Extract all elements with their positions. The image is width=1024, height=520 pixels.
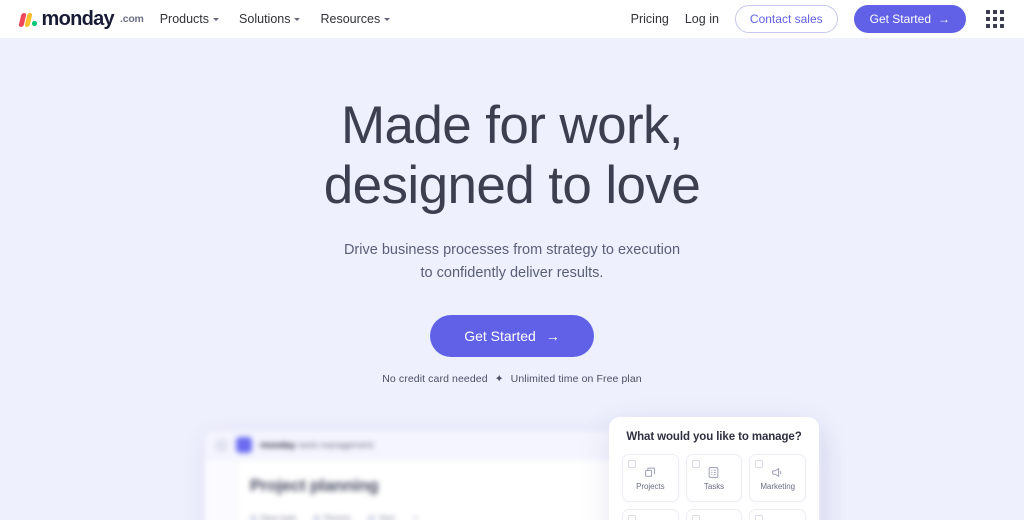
nav-link-pricing[interactable]: Pricing [631, 12, 669, 26]
nav-item-products-label: Products [159, 12, 210, 26]
option-label-tasks: Tasks [703, 482, 725, 491]
checkbox-design[interactable] [628, 515, 636, 520]
nav-item-resources[interactable]: Resources [320, 12, 391, 26]
hero-subheadline: Drive business processes from strategy t… [0, 239, 1024, 285]
chevron-down-icon [294, 18, 301, 21]
sparkle-icon: ✦ [494, 373, 504, 386]
monday-logo[interactable]: monday .com [18, 8, 144, 30]
arrow-right-icon: → [938, 12, 950, 26]
preview-sidebar [205, 460, 237, 520]
primary-navigation: Products Solutions Resources [160, 12, 391, 26]
arrow-right-icon: → [545, 328, 560, 345]
option-label-projects: Projects [636, 482, 665, 491]
hero-get-started-label: Get Started [464, 328, 536, 345]
layers-icon [644, 465, 657, 479]
option-label-marketing: Marketing [760, 482, 795, 491]
nav-item-resources-label: Resources [320, 12, 381, 26]
nav-item-solutions[interactable]: Solutions [239, 12, 301, 26]
preview-tool-person: Person [312, 513, 351, 520]
subheadline-line-1: Drive business processes from strategy t… [343, 241, 681, 258]
checklist-icon [707, 465, 720, 479]
option-tile-software[interactable]: Software [749, 509, 806, 520]
chevron-down-icon [213, 18, 220, 21]
preview-brand-suffix: work management [298, 439, 374, 451]
checkbox-software[interactable] [755, 515, 764, 520]
preview-tool-new-task: New task [250, 513, 296, 520]
header-get-started-label: Get Started [869, 12, 931, 26]
site-header: monday .com Products Solutions Resources… [0, 0, 1024, 38]
headline-line-2: designed to love [323, 156, 701, 216]
preview-brand: monday work management [260, 439, 374, 451]
page-title: Made for work, designed to love [0, 96, 1024, 217]
fineprint-no-credit-card: No credit card needed [382, 373, 488, 386]
checkbox-marketing[interactable] [755, 460, 764, 468]
header-actions: Pricing Log in Contact sales Get Started… [631, 5, 1004, 33]
checkbox-crm[interactable] [691, 515, 700, 520]
contact-sales-button[interactable]: Contact sales [734, 5, 838, 33]
preview-tool-label: Sort [378, 513, 395, 520]
megaphone-icon [771, 465, 784, 479]
nav-item-solutions-label: Solutions [239, 12, 291, 26]
nav-item-products[interactable]: Products [159, 12, 220, 26]
hero-get-started-button[interactable]: Get Started → [430, 315, 594, 358]
chevron-down-icon [411, 516, 418, 520]
option-tile-marketing[interactable]: Marketing [749, 454, 806, 502]
checkbox-tasks[interactable] [691, 460, 700, 468]
logo-domain-suffix: .com [119, 12, 144, 25]
option-tile-crm[interactable]: CRM [685, 509, 743, 520]
onboarding-modal: What would you like to manage? Projects [609, 417, 819, 520]
preview-logo-icon [236, 437, 252, 453]
hamburger-menu-icon [215, 438, 228, 452]
option-tile-projects[interactable]: Projects [622, 454, 679, 502]
preview-brand-name: monday [260, 439, 296, 451]
chevron-down-icon [384, 18, 391, 21]
subheadline-line-2: to confidently deliver results. [420, 265, 604, 281]
option-tile-design[interactable]: Design [622, 509, 679, 520]
monday-logo-mark-icon [18, 12, 37, 27]
preview-tool-label: Person [323, 513, 351, 520]
preview-tool-label: New task [261, 513, 296, 520]
header-get-started-button[interactable]: Get Started → [853, 5, 966, 33]
checkbox-projects[interactable] [628, 460, 636, 468]
hero-fineprint: No credit card needed ✦ Unlimited time o… [0, 373, 1024, 385]
logo-wordmark: monday [41, 8, 115, 30]
hero-cta-container: Get Started → [0, 315, 1024, 358]
manage-options-grid: Projects Tasks Marketing [622, 454, 806, 520]
option-tile-tasks[interactable]: Tasks [685, 454, 743, 502]
modal-title: What would you like to manage? [626, 431, 802, 443]
apps-grid-icon[interactable] [986, 10, 1004, 28]
headline-line-1: Made for work, [340, 96, 684, 155]
preview-tool-sort: Sort [367, 513, 395, 520]
fineprint-free-plan: Unlimited time on Free plan [510, 373, 642, 386]
hero-section: Made for work, designed to love Drive bu… [0, 38, 1024, 520]
nav-link-login[interactable]: Log in [685, 12, 719, 26]
